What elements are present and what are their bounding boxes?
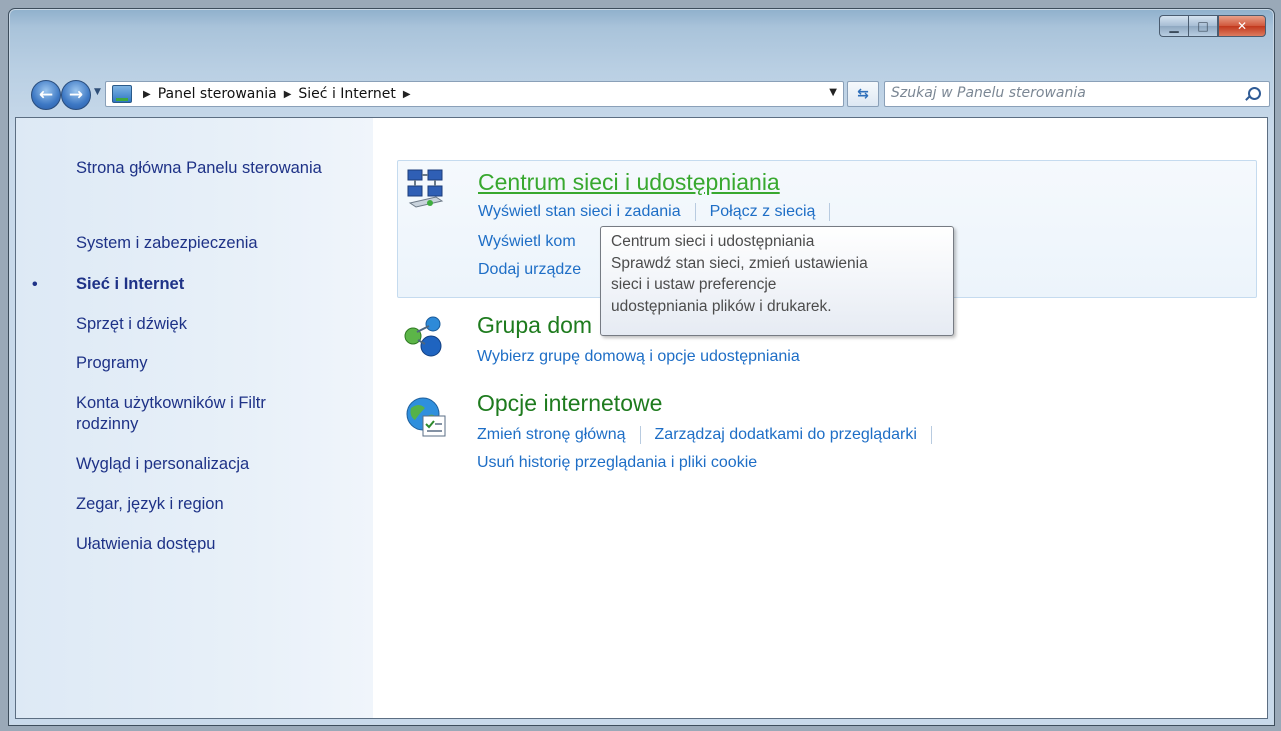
sidebar-item-system-security[interactable]: System i zabezpieczenia	[76, 233, 336, 254]
search-box[interactable]	[884, 81, 1270, 107]
sidebar-item-network-internet[interactable]: • Sieć i Internet	[32, 274, 336, 295]
task-manage-addons[interactable]: Zarządzaj dodatkami do przeglądarki	[655, 426, 917, 444]
refresh-button[interactable]: ⇆	[847, 81, 879, 107]
breadcrumb-chevron-icon[interactable]: ▶	[143, 89, 151, 100]
task-separator	[694, 203, 696, 221]
maximize-icon: □	[1197, 19, 1209, 33]
category-title-network-sharing-center[interactable]: Centrum sieci i udostępniania	[478, 169, 780, 196]
current-item-bullet-icon: •	[32, 276, 38, 293]
sidebar-item-label: Sieć i Internet	[76, 275, 185, 293]
internet-options-icon	[406, 397, 446, 437]
task-separator	[639, 426, 641, 444]
caption-buttons: ▁ □ ✕	[1159, 15, 1266, 37]
address-dropdown-icon[interactable]: ▼	[829, 87, 837, 98]
task-row: Zmień stronę główną Zarządzaj dodatkami …	[477, 426, 946, 444]
task-choose-homegroup[interactable]: Wybierz grupę domową i opcje udostępnian…	[477, 348, 800, 366]
back-arrow-icon: ←	[38, 85, 54, 105]
sidebar-item-hardware-sound[interactable]: Sprzęt i dźwięk	[76, 314, 336, 335]
tooltip-line: Sprawdź stan sieci, zmień ustawienia	[611, 254, 868, 272]
back-button[interactable]: ←	[31, 80, 61, 110]
tooltip-line: sieci i ustaw preferencje	[611, 276, 777, 293]
task-row: Wyświetl kom	[478, 233, 576, 251]
breadcrumb-chevron-icon[interactable]: ▶	[403, 89, 411, 100]
task-row: Dodaj urządze	[478, 261, 581, 279]
homegroup-icon	[404, 316, 442, 357]
breadcrumb-chevron-icon[interactable]: ▶	[284, 89, 292, 100]
tooltip-line: Centrum sieci i udostępniania	[611, 233, 815, 250]
sidebar-item-ease-of-access[interactable]: Ułatwienia dostępu	[76, 534, 336, 555]
category-internet-options[interactable]: Opcje internetowe Zmień stronę główną Za…	[397, 386, 1255, 482]
refresh-icon: ⇆	[857, 86, 869, 102]
task-row: Wyświetl stan sieci i zadania Połącz z s…	[478, 203, 844, 221]
address-bar[interactable]: ▶ Panel sterowania ▶ Sieć i Internet ▶ ▼	[105, 81, 844, 107]
tooltip-line: udostępniania plików i drukarek.	[611, 297, 832, 315]
task-change-home-page[interactable]: Zmień stronę główną	[477, 426, 626, 444]
content-area: Strona główna Panelu sterowania System i…	[15, 117, 1268, 719]
search-icon[interactable]	[1248, 87, 1261, 100]
minimize-button[interactable]: ▁	[1159, 15, 1188, 37]
recent-pages-dropdown[interactable]: ▼	[94, 87, 101, 97]
close-icon: ✕	[1236, 19, 1248, 33]
breadcrumb-panel-sterowania[interactable]: Panel sterowania	[158, 86, 277, 102]
control-panel-icon	[112, 85, 132, 103]
minimize-icon: ▁	[1169, 19, 1179, 33]
task-row: Wybierz grupę domową i opcje udostępnian…	[477, 348, 800, 366]
sidebar-item-clock-language[interactable]: Zegar, język i region	[76, 494, 336, 515]
category-title-internet-options[interactable]: Opcje internetowe	[477, 390, 662, 417]
task-view-network-status[interactable]: Wyświetl stan sieci i zadania	[478, 203, 681, 221]
task-separator	[930, 426, 932, 444]
sidebar-item-home[interactable]: Strona główna Panelu sterowania	[76, 158, 336, 179]
forward-button[interactable]: →	[61, 80, 91, 110]
task-separator	[829, 203, 831, 221]
tooltip: Centrum sieci i udostępniania Sprawdź st…	[600, 226, 954, 336]
task-view-network-computers[interactable]: Wyświetl kom	[478, 233, 576, 251]
control-panel-window: ▁ □ ✕ ← → ▼ ▶ Panel sterowania ▶ Sieć i …	[8, 8, 1275, 726]
forward-arrow-icon: →	[68, 85, 84, 105]
sidebar-item-appearance[interactable]: Wygląd i personalizacja	[76, 454, 336, 475]
task-row: Usuń historię przeglądania i pliki cooki…	[477, 454, 757, 472]
maximize-button[interactable]: □	[1188, 15, 1218, 37]
main-panel: Centrum sieci i udostępniania Wyświetl s…	[373, 118, 1267, 718]
breadcrumb-siec-i-internet[interactable]: Sieć i Internet	[298, 86, 395, 102]
search-input[interactable]	[891, 83, 1231, 103]
task-delete-browsing-history[interactable]: Usuń historię przeglądania i pliki cooki…	[477, 454, 757, 472]
task-add-device[interactable]: Dodaj urządze	[478, 261, 581, 279]
task-connect-to-network[interactable]: Połącz z siecią	[710, 203, 816, 221]
title-bar[interactable]: ▁ □ ✕	[9, 9, 1274, 71]
category-title-homegroup[interactable]: Grupa dom	[477, 312, 592, 339]
sidebar-item-user-accounts[interactable]: Konta użytkowników i Filtr rodzinny	[76, 393, 326, 435]
navigation-bar: ← → ▼ ▶ Panel sterowania ▶ Sieć i Intern…	[9, 79, 1274, 110]
sidebar-item-programs[interactable]: Programy	[76, 353, 336, 374]
sidebar: Strona główna Panelu sterowania System i…	[16, 118, 373, 718]
network-center-icon	[407, 169, 444, 208]
close-button[interactable]: ✕	[1218, 15, 1266, 37]
